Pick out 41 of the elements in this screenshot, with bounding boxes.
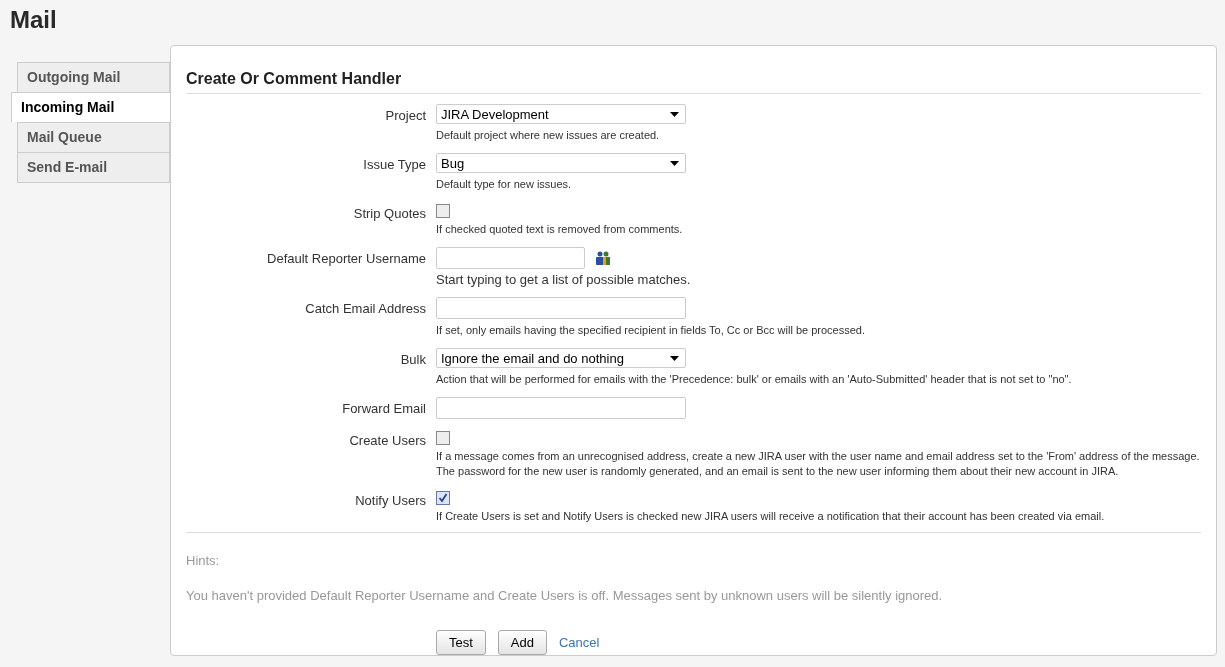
dropdown[interactable]: Ignore the email and do nothing [436,348,686,368]
field-label: Project [384,107,427,125]
checkbox[interactable] [436,491,450,505]
form-title: Create Or Comment Handler [186,70,1201,94]
field-label: Strip Quotes [352,205,427,223]
field-label: Default Reporter Username [266,250,427,268]
field-label: Forward Email [341,400,427,418]
checkbox[interactable] [436,204,450,218]
sidebar-tab[interactable]: Incoming Mail [11,92,171,122]
help-text: If Create Users is set and Notify Users is checked new JIRA users will receive a notification that their account has been created via email. [436,509,1106,524]
hint-text: You haven't provided Default Reporter Username and Create Users is off. Messages sent by unknown users will be silently ignored. [186,588,944,603]
help-text: Default type for new issues. [436,177,573,192]
field-label: Issue Type [362,156,427,174]
caret-icon [670,355,679,361]
text-input[interactable] [436,397,686,419]
help-text: If set, only emails having the specified recipient in fields To, Cc or Bcc will be processed. [436,323,866,338]
field-label: Catch Email Address [304,300,427,318]
form-button[interactable]: Add [497,630,547,655]
field-label: Notify Users [354,492,427,510]
sidebar-tab[interactable]: Send E-mail [17,152,170,183]
checkbox[interactable] [436,431,450,445]
field-label: Bulk [399,351,427,369]
users-icon[interactable] [595,250,611,266]
help-text: Default project where new issues are created. [436,128,661,143]
form-button[interactable]: Test [436,630,486,655]
help-text: If checked quoted text is removed from comments. [436,222,684,237]
dropdown[interactable]: Bug [436,153,686,173]
dropdown[interactable]: JIRA Development [436,104,686,124]
sidebar-tab[interactable]: Outgoing Mail [17,62,170,92]
caret-icon [670,160,679,166]
caret-icon [670,111,679,117]
username-input[interactable] [436,247,585,269]
help-text: If a message comes from an unrecognised address, create a new JIRA user with the user name and email address set to the 'From' address of the message. The password for the new user is randomly generated, and an email is sent to the new user informing them about their new account in JIRA. [436,449,1201,479]
text-input[interactable] [436,297,686,319]
help-text: Action that will be performed for emails with the 'Precedence: bulk' or emails with an 'Auto-Submitted' header that is not set to "no". [436,372,1073,387]
sidebar-tab[interactable]: Mail Queue [17,122,170,152]
page-title: Mail [10,6,58,34]
cancel-link[interactable]: Cancel [559,635,600,650]
help-text: Start typing to get a list of possible matches. [436,272,692,287]
hints-heading: Hints: [186,553,221,568]
field-label: Create Users [348,432,427,450]
